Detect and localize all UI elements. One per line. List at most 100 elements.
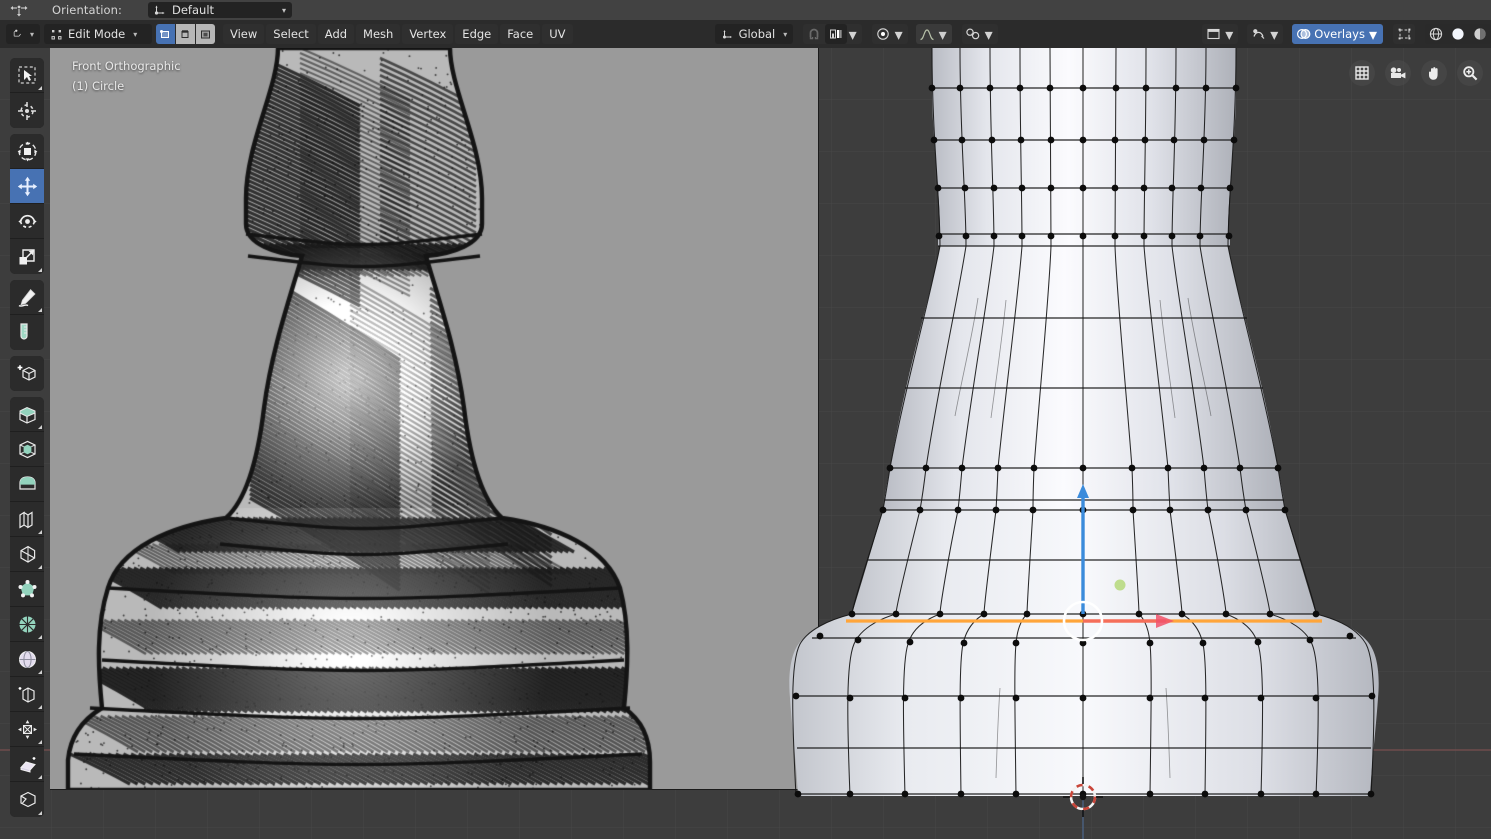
loop-cut-tool[interactable] <box>10 502 44 537</box>
tool-corner-indicator <box>38 425 42 429</box>
chevron-down-icon[interactable]: ▾ <box>1369 25 1383 44</box>
face-select-mode[interactable] <box>196 24 215 44</box>
mesh-object-circle[interactable] <box>0 48 1491 839</box>
mode-dropdown[interactable]: Edit Mode ▾ <box>44 24 152 44</box>
shrink-fatten-tool[interactable] <box>10 712 44 747</box>
tool-corner-indicator <box>38 565 42 569</box>
shear-tool[interactable] <box>10 747 44 782</box>
shading-modes-group <box>1425 24 1491 44</box>
view-object-types-group: ▾ <box>1202 24 1238 44</box>
chevron-down-icon[interactable]: ▾ <box>1269 25 1283 44</box>
move-tool-icon <box>6 2 32 18</box>
measure-tool[interactable] <box>10 315 44 350</box>
axis-gizmo-icon[interactable] <box>1349 60 1375 86</box>
proportional-editing-icon[interactable] <box>916 24 938 44</box>
chevron-down-icon[interactable]: ▾ <box>894 25 908 44</box>
tool-group-transform <box>10 134 44 274</box>
viewport-toolbar <box>10 58 44 823</box>
mirror-x-icon[interactable] <box>962 24 984 44</box>
material-preview-sphere-icon[interactable] <box>1469 24 1491 44</box>
knife-tool[interactable] <box>10 537 44 572</box>
chevron-down-icon[interactable]: ▾ <box>847 25 862 44</box>
tool-corner-indicator <box>38 268 42 272</box>
snap-increment-icon[interactable] <box>825 24 847 44</box>
show-gizmo-icon[interactable] <box>1247 24 1269 44</box>
smooth-tool[interactable] <box>10 642 44 677</box>
mode-value: Edit Mode <box>68 27 125 41</box>
orientation-label: Orientation: <box>52 3 122 17</box>
spin-tool[interactable] <box>10 607 44 642</box>
chevron-down-icon: ▾ <box>30 30 34 39</box>
rip-region-tool[interactable] <box>10 782 44 817</box>
rotate-tool[interactable] <box>10 204 44 239</box>
viewport-header: ▾ Edit Mode ▾ <box>0 20 1491 48</box>
tool-corner-indicator <box>38 775 42 779</box>
tool-corner-indicator <box>38 740 42 744</box>
object-name: (1) Circle <box>72 76 181 96</box>
add-cube-tool[interactable] <box>10 356 44 391</box>
tool-corner-indicator <box>38 530 42 534</box>
tool-corner-indicator <box>38 86 42 90</box>
view-object-types-icon[interactable] <box>1202 24 1224 44</box>
menu-bar: View Select Add Mesh Vertex Edge Face UV <box>223 24 573 44</box>
pan-view-icon[interactable] <box>1421 60 1447 86</box>
vertex-select-mode[interactable] <box>156 24 175 44</box>
edit-mode-icon <box>50 28 63 41</box>
global-orientation-icon <box>721 28 734 41</box>
inset-faces-tool[interactable] <box>10 432 44 467</box>
extrude-region-tool[interactable] <box>10 397 44 432</box>
tool-corner-indicator <box>38 811 42 815</box>
orientation-value: Default <box>172 3 214 17</box>
snapping-group: ▾ <box>803 24 862 44</box>
mesh-select-mode-group <box>156 24 215 44</box>
menu-uv[interactable]: UV <box>542 24 572 44</box>
menu-select[interactable]: Select <box>266 24 315 44</box>
viewport-info: Front Orthographic (1) Circle <box>72 56 181 96</box>
chevron-down-icon: ▾ <box>133 30 137 39</box>
menu-edge[interactable]: Edge <box>455 24 498 44</box>
scale-tool[interactable] <box>10 239 44 274</box>
xray-toggle-icon[interactable] <box>1393 24 1415 44</box>
chevron-down-icon: ▾ <box>282 6 286 15</box>
gizmo-y-axis-dot <box>1115 580 1126 591</box>
tweak-select-box-tool[interactable] <box>10 58 44 93</box>
editor-type-button[interactable]: ▾ <box>6 24 40 44</box>
poly-build-tool[interactable] <box>10 572 44 607</box>
menu-mesh[interactable]: Mesh <box>356 24 400 44</box>
bevel-tool[interactable] <box>10 467 44 502</box>
orientation-dropdown[interactable]: Default ▾ <box>148 2 292 18</box>
move-tool[interactable] <box>10 169 44 204</box>
pivot-point-group: ▾ <box>872 24 908 44</box>
blender-window: Orientation: Default ▾ <box>0 0 1491 839</box>
camera-view-icon[interactable] <box>1385 60 1411 86</box>
chevron-down-icon[interactable]: ▾ <box>984 25 998 44</box>
menu-face[interactable]: Face <box>500 24 540 44</box>
menu-add[interactable]: Add <box>318 24 354 44</box>
annotate-tool[interactable] <box>10 280 44 315</box>
overlays-icon[interactable] <box>1292 24 1314 44</box>
transform-orientation-dropdown[interactable]: Global ▾ <box>715 24 793 44</box>
menu-vertex[interactable]: Vertex <box>402 24 453 44</box>
transform-tool[interactable] <box>10 134 44 169</box>
tool-group-annotate <box>10 280 44 350</box>
transform-orientation-value: Global <box>739 27 776 41</box>
overlays-group: Overlays ▾ <box>1292 24 1383 44</box>
tool-corner-indicator <box>38 308 42 312</box>
snap-magnet-icon[interactable] <box>803 24 825 44</box>
mirror-group: ▾ <box>962 24 998 44</box>
wireframe-sphere-icon[interactable] <box>1425 24 1447 44</box>
edge-slide-tool[interactable] <box>10 677 44 712</box>
edge-select-mode[interactable] <box>176 24 195 44</box>
orientation-axis-icon <box>153 4 166 17</box>
chevron-down-icon[interactable]: ▾ <box>938 25 952 44</box>
cursor-tool[interactable] <box>10 93 44 128</box>
chevron-down-icon[interactable]: ▾ <box>1224 25 1238 44</box>
tool-corner-indicator <box>38 705 42 709</box>
zoom-view-icon[interactable] <box>1457 60 1483 86</box>
menu-view[interactable]: View <box>223 24 264 44</box>
3d-viewport[interactable]: Front Orthographic (1) Circle <box>0 48 1491 839</box>
overlays-label[interactable]: Overlays <box>1314 27 1369 41</box>
tool-group-add <box>10 356 44 391</box>
solid-sphere-icon[interactable] <box>1447 24 1469 44</box>
pivot-median-point-icon[interactable] <box>872 24 894 44</box>
